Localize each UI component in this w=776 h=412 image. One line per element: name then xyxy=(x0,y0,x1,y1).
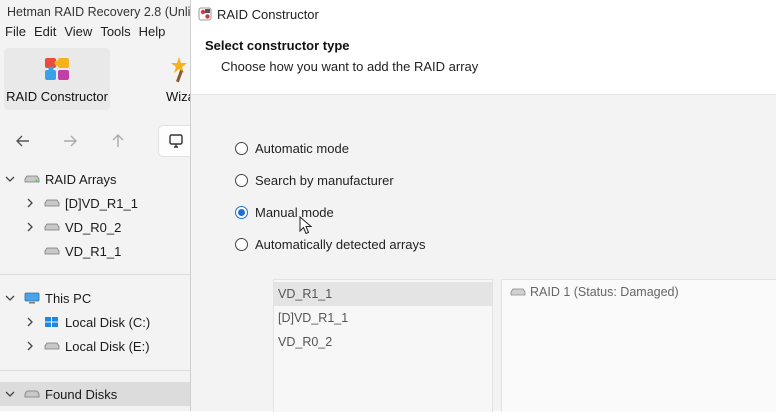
arrow-right-icon xyxy=(64,135,77,147)
array-list-item[interactable]: VD_R1_1 xyxy=(274,282,492,306)
array-status-label: RAID 1 (Status: Damaged) xyxy=(530,285,679,299)
drive-icon xyxy=(44,223,60,231)
tree-label-found-disks: Found Disks xyxy=(45,386,118,402)
drive-icon xyxy=(24,390,40,398)
array-list: VD_R1_1 [D]VD_R1_1 VD_R0_2 xyxy=(273,279,493,412)
monitor-icon xyxy=(169,134,183,148)
radio-button-checked[interactable] xyxy=(235,205,248,219)
drive-icon xyxy=(510,288,526,296)
tree-node-raid-child[interactable]: VD_R1_1 xyxy=(44,240,121,262)
chevron-right-icon[interactable] xyxy=(24,197,36,209)
puzzle-icon xyxy=(45,58,69,80)
windows-disk-icon xyxy=(45,317,58,327)
drive-icon xyxy=(44,247,60,255)
forward-button[interactable] xyxy=(57,128,83,154)
tree-node-found-disks[interactable]: Found Disks xyxy=(0,382,190,406)
toolbar: RAID Constructor Wiza xyxy=(0,46,190,112)
menu-tools[interactable]: Tools xyxy=(100,24,130,39)
drive-icon xyxy=(44,342,60,350)
dialog-heading: Select constructor type xyxy=(205,38,350,53)
radio-manual-mode[interactable]: Manual mode xyxy=(235,202,334,222)
tree-node-local-disk[interactable]: Local Disk (C:) xyxy=(24,311,150,333)
chevron-down-icon[interactable] xyxy=(4,173,16,185)
array-list-item[interactable]: VD_R0_2 xyxy=(274,330,492,354)
tree-separator xyxy=(0,370,190,371)
radio-label: Automatic mode xyxy=(255,140,349,156)
chevron-right-icon[interactable] xyxy=(24,316,36,328)
tree-label-this-pc: This PC xyxy=(45,290,92,306)
tree-label-raid-child: [D]VD_R1_1 xyxy=(65,195,138,211)
array-list-item-label: VD_R0_2 xyxy=(278,335,333,349)
tree-node-this-pc[interactable]: This PC xyxy=(4,287,91,309)
chevron-right-icon[interactable] xyxy=(24,340,36,352)
radio-automatic-mode[interactable]: Automatic mode xyxy=(235,138,349,158)
main-title-bar: Hetman RAID Recovery 2.8 (Unli xyxy=(0,0,190,24)
wizard-label: Wiza xyxy=(166,89,190,104)
tree-node-raid-child[interactable]: [D]VD_R1_1 xyxy=(24,192,138,214)
raid-constructor-button[interactable]: RAID Constructor xyxy=(4,48,110,110)
found-disks-row: Found Disks xyxy=(4,383,117,405)
radio-button[interactable] xyxy=(235,173,248,187)
menu-view[interactable]: View xyxy=(64,24,92,39)
menu-bar: File Edit View Tools Help xyxy=(0,22,168,40)
back-button[interactable] xyxy=(10,128,36,154)
tree-label-raid-child: VD_R0_2 xyxy=(65,219,122,235)
menu-edit[interactable]: Edit xyxy=(34,24,56,39)
radio-label: Automatically detected arrays xyxy=(255,236,426,252)
radio-button[interactable] xyxy=(235,141,248,155)
dialog-subheading: Choose how you want to add the RAID arra… xyxy=(221,59,479,74)
dialog-header: Select constructor type Choose how you w… xyxy=(191,28,776,95)
dialog-title: RAID Constructor xyxy=(217,6,319,22)
arrow-left-icon xyxy=(16,135,29,147)
view-mode-button[interactable] xyxy=(158,125,190,157)
tree-separator xyxy=(0,274,190,275)
menu-help[interactable]: Help xyxy=(139,24,166,39)
chevron-down-icon[interactable] xyxy=(4,388,16,400)
computer-icon xyxy=(24,292,40,304)
tree-node-local-disk[interactable]: Local Disk (E:) xyxy=(24,335,150,357)
array-details-row[interactable]: RAID 1 (Status: Damaged) xyxy=(510,285,679,299)
tree-label-raid-child: VD_R1_1 xyxy=(65,243,122,259)
tree-label-raid-arrays: RAID Arrays xyxy=(45,171,117,187)
menu-file[interactable]: File xyxy=(5,24,26,39)
chevron-right-icon[interactable] xyxy=(24,221,36,233)
radio-button[interactable] xyxy=(235,237,248,251)
array-details-panel: RAID 1 (Status: Damaged) xyxy=(501,279,776,412)
app-logo-icon xyxy=(198,7,212,21)
chevron-down-icon[interactable] xyxy=(4,292,16,304)
navigation-bar xyxy=(0,124,190,158)
raid-constructor-dialog: RAID Constructor Select constructor type… xyxy=(190,0,776,412)
array-list-item[interactable]: [D]VD_R1_1 xyxy=(274,306,492,330)
tree-node-raid-child[interactable]: VD_R0_2 xyxy=(24,216,121,238)
radio-label: Search by manufacturer xyxy=(255,172,394,188)
raid-drive-icon xyxy=(24,175,40,183)
radio-automatically-detected-arrays[interactable]: Automatically detected arrays xyxy=(235,234,426,254)
radio-search-by-manufacturer[interactable]: Search by manufacturer xyxy=(235,170,394,190)
raid-constructor-label: RAID Constructor xyxy=(6,89,108,104)
main-window-title: Hetman RAID Recovery 2.8 (Unli xyxy=(7,5,190,19)
radio-label: Manual mode xyxy=(255,204,334,220)
drive-icon xyxy=(44,199,60,207)
tree-node-raid-arrays[interactable]: RAID Arrays xyxy=(4,168,117,190)
tree-label-local-disk-c: Local Disk (C:) xyxy=(65,314,151,330)
array-list-item-label: VD_R1_1 xyxy=(278,287,333,301)
arrow-up-icon xyxy=(112,134,124,147)
tree-label-local-disk-e: Local Disk (E:) xyxy=(65,338,150,354)
array-list-item-label: [D]VD_R1_1 xyxy=(278,311,349,325)
dialog-body: Automatic mode Search by manufacturer Ma… xyxy=(191,95,776,412)
wizard-button[interactable]: Wiza xyxy=(160,48,190,110)
mouse-cursor-icon xyxy=(299,216,313,235)
dialog-title-bar[interactable]: RAID Constructor xyxy=(191,0,776,28)
up-button[interactable] xyxy=(105,128,131,154)
main-window: Hetman RAID Recovery 2.8 (Unli File Edit… xyxy=(0,0,190,411)
wizard-wand-icon xyxy=(171,57,187,83)
